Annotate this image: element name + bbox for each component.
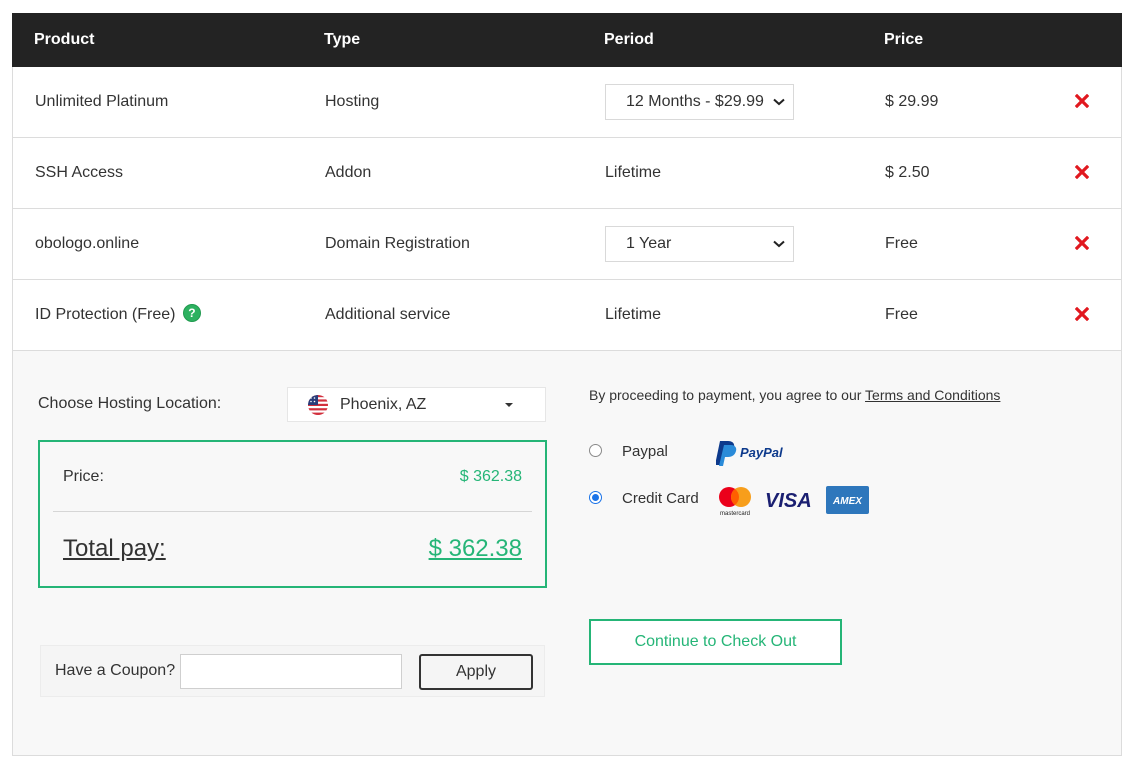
product-type: Addon [325,164,372,181]
total-value: $ 362.38 [428,535,522,562]
visa-logo-text: VISA [765,490,812,512]
paypal-label: Paypal [622,443,668,460]
product-price: $ 2.50 [885,164,930,181]
location-select[interactable]: Phoenix, AZ [287,387,546,422]
paypal-logo: PayPal [715,439,786,467]
coupon-form: Have a Coupon? Apply [40,645,545,697]
price-summary: Price: $ 362.38 Total pay: $ 362.38 [38,440,547,588]
header-price: Price [884,31,924,48]
coupon-input[interactable] [180,654,402,689]
header-period: Period [604,31,654,48]
period-select[interactable]: 1 Year [605,226,794,262]
product-price: Free [885,235,918,252]
product-name: SSH Access [35,164,124,181]
header-product: Product [34,31,95,48]
price-value: $ 362.38 [459,468,522,485]
product-type: Additional service [325,306,451,323]
apply-coupon-button[interactable]: Apply [419,654,533,690]
product-name: ID Protection (Free) [35,306,176,323]
period-select-value: 1 Year [626,235,672,252]
table-row: ID Protection (Free) ? Additional servic… [12,280,1122,351]
mastercard-logo-text: mastercard [720,511,750,517]
product-name-cell: ID Protection (Free) ? [35,280,201,350]
amex-logo-text: AMEX [832,496,863,507]
location-label: Choose Hosting Location: [38,395,222,412]
product-type: Hosting [325,93,380,110]
terms-link[interactable]: Terms and Conditions [865,387,1000,403]
total-label: Total pay: [63,535,166,562]
amex-logo: AMEX [826,486,869,514]
remove-item-icon[interactable] [1074,163,1091,183]
period-select[interactable]: 12 Months - $29.99 [605,84,794,120]
divider [53,511,532,512]
checkout-panel: Choose Hosting Location: Phoenix, AZ Pri… [12,351,1122,756]
remove-item-icon[interactable] [1074,92,1091,112]
us-flag-icon [308,395,328,415]
product-price: Free [885,306,918,323]
location-value: Phoenix, AZ [340,396,427,413]
question-icon[interactable]: ? [182,304,201,323]
product-period: Lifetime [605,306,662,323]
product-name: Unlimited Platinum [35,93,169,110]
paypal-logo-text: PayPal [740,445,783,460]
terms-prefix: By proceeding to payment, you agree to o… [589,387,866,403]
product-type: Domain Registration [325,235,470,252]
remove-item-icon[interactable] [1074,305,1091,325]
table-header: Product Type Period Price [12,13,1122,67]
credit-card-label: Credit Card [622,490,699,507]
mastercard-logo: mastercard [716,485,754,517]
checkout-button[interactable]: Continue to Check Out [589,619,842,665]
table-row: SSH Access Addon Lifetime $ 2.50 [12,138,1122,209]
header-type: Type [324,31,361,48]
product-name: obologo.online [35,235,140,252]
cart-table: Product Type Period Price Unlimited Plat… [12,13,1122,351]
remove-item-icon[interactable] [1074,234,1091,254]
terms-text: By proceeding to payment, you agree to o… [589,387,1000,403]
chevron-down-icon [771,227,787,261]
credit-card-radio[interactable] [589,491,602,504]
caret-down-icon [505,403,513,407]
product-period: Lifetime [605,164,662,181]
chevron-down-icon [771,85,787,119]
table-row: obologo.online Domain Registration 1 Yea… [12,209,1122,280]
period-select-value: 12 Months - $29.99 [626,93,764,110]
visa-logo: VISA [765,488,815,512]
paypal-radio[interactable] [589,444,602,457]
coupon-label: Have a Coupon? [55,662,176,679]
price-label: Price: [63,468,104,485]
product-price: $ 29.99 [885,93,939,110]
table-row: Unlimited Platinum Hosting 12 Months - $… [12,67,1122,138]
